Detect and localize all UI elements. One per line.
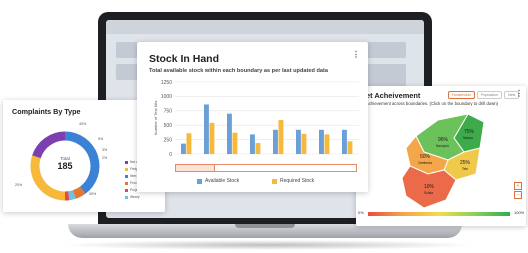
y-tick-label: 250	[164, 137, 173, 143]
legend-swatch	[272, 178, 277, 184]
bar-required	[347, 141, 353, 154]
legend-label: Required Stock	[280, 178, 315, 184]
donut-slice	[72, 186, 86, 199]
achievement-title: et Acheivement	[366, 91, 421, 100]
legend-available[interactable]: Available Stock	[197, 178, 239, 184]
y-tick-label: 750	[164, 109, 173, 115]
region-name: Sofala	[424, 191, 433, 195]
legend-swatch	[125, 160, 128, 164]
pct-label: 2%	[102, 156, 108, 160]
region-value: 75%	[464, 129, 475, 135]
region-name: Tete	[462, 167, 468, 171]
bar-required	[209, 122, 215, 154]
legend-label: Weary	[130, 195, 140, 199]
complaints-title: Complaints By Type	[12, 107, 81, 116]
bar-available	[204, 104, 209, 154]
bar-available	[227, 113, 232, 154]
region-value: 25%	[460, 160, 471, 166]
pct-label: 30%	[89, 192, 97, 196]
achievement-color-scale	[368, 212, 510, 216]
bar-available	[273, 129, 278, 154]
pct-label: 5%	[98, 137, 104, 141]
scale-max-label: 100%	[514, 210, 525, 215]
pct-label: 20%	[15, 183, 23, 187]
boundary-map: 96% Nampula 75% Niassa 25% Tete 50% Zamb…	[401, 113, 485, 209]
legend-item[interactable]: Weary	[125, 195, 139, 199]
bar-required	[278, 120, 284, 154]
zoom-out-button[interactable]: −	[514, 191, 522, 199]
dashboard-topbar	[106, 20, 424, 34]
y-tick-label: 500	[164, 123, 173, 129]
tab-households[interactable]: Households	[448, 91, 475, 99]
legend-swatch	[125, 181, 128, 185]
chart-range-scrollbar[interactable]	[175, 164, 357, 172]
legend-swatch	[125, 188, 128, 192]
pct-label: 40%	[79, 122, 87, 126]
legend-swatch	[125, 167, 128, 171]
donut-center-total: 185	[57, 161, 73, 171]
bar-available	[296, 129, 301, 154]
bar-required	[324, 134, 330, 154]
stock-card: Stock In Hand ⋮ Total available stock wi…	[137, 42, 368, 192]
legend-required[interactable]: Required Stock	[272, 178, 314, 184]
achievement-card: et Acheivement Households Population Net…	[356, 86, 526, 226]
legend-swatch	[125, 195, 128, 199]
bar-required	[301, 133, 307, 154]
scale-min-label: 0%	[358, 210, 364, 215]
legend-swatch	[125, 174, 128, 178]
bar-available	[319, 129, 324, 154]
region-name: Niassa	[463, 136, 473, 140]
bar-required	[255, 143, 261, 154]
region-value: 10%	[424, 184, 435, 190]
bar-available	[342, 129, 347, 154]
laptop-shadow	[58, 240, 478, 250]
tab-population[interactable]: Population	[476, 91, 502, 99]
y-tick-label: 1250	[161, 80, 172, 86]
zoom-in-button[interactable]: +	[514, 182, 522, 190]
region-value: 50%	[420, 154, 431, 160]
y-tick-label: 1000	[161, 94, 172, 100]
y-axis-label: Number of Test Kits	[153, 101, 158, 136]
bar-available	[250, 134, 255, 154]
more-options-icon[interactable]: ⋮	[515, 89, 523, 98]
region-name: Zambezia	[418, 161, 432, 165]
legend-swatch	[197, 178, 202, 184]
donut-slice	[68, 190, 76, 201]
legend-label: Available Stock	[205, 178, 240, 184]
donut-slice	[32, 131, 66, 159]
region-name: Nampula	[436, 144, 449, 148]
bar-available	[181, 143, 186, 154]
chart-range-handle[interactable]	[176, 165, 215, 171]
bar-required	[232, 132, 238, 154]
laptop-notch	[235, 224, 295, 228]
pct-label: 3%	[102, 148, 108, 152]
bar-required	[186, 133, 192, 154]
region-value: 96%	[438, 137, 449, 143]
achievement-subtitle: Achievement across boundaries. (Click on…	[366, 101, 499, 106]
y-tick-label: 0	[169, 152, 172, 158]
achievement-tabs: Households Population Nets	[448, 91, 520, 99]
